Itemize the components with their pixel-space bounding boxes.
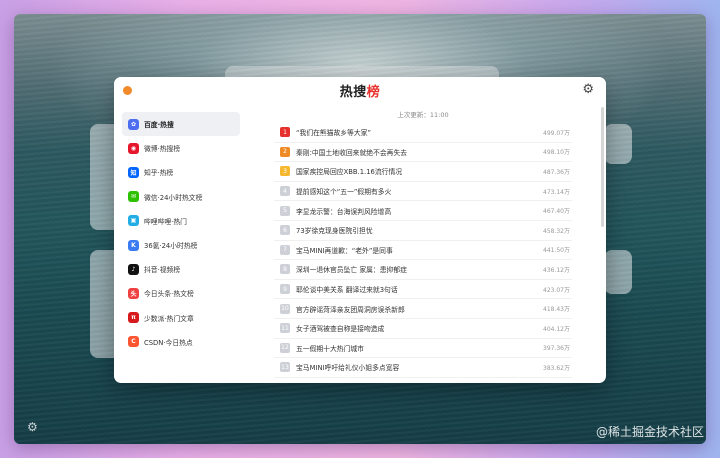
list-item[interactable]: 8 深圳一退休官员坠亡 家属：患抑郁症 436.12万 <box>274 260 572 280</box>
sidebar-item-label: 少数派·热门文章 <box>144 314 194 323</box>
list-item-title[interactable]: 五一假期十大热门城市 <box>296 343 530 353</box>
scrollbar[interactable] <box>601 107 604 227</box>
gear-icon[interactable]: ⚙ <box>582 82 594 98</box>
sidebar-item-kr36[interactable]: K 36氪·24小时热榜 <box>122 233 240 257</box>
list-item-hot-value: 418.43万 <box>543 306 570 314</box>
douyin-icon: ♪ <box>128 263 139 275</box>
sidebar-item-label: 知乎·热榜 <box>144 169 174 178</box>
weibo-icon: ◉ <box>128 142 139 154</box>
sidebar-item-bilibili[interactable]: ▣ 哔哩哔哩·热门 <box>122 209 240 233</box>
bilibili-icon: ▣ <box>128 215 139 227</box>
list-item[interactable]: 11 女子酒驾被查自称是接吻造成 404.12万 <box>274 319 572 339</box>
list-item-title[interactable]: 宝马MINI呼吁给礼仪小姐多点宽容 <box>296 362 530 372</box>
rank-badge: 9 <box>280 284 290 295</box>
sidebar-item-csdn[interactable]: C CSDN·今日热点 <box>122 330 240 354</box>
rank-badge: 3 <box>280 166 290 177</box>
sidebar-item-wechat[interactable]: ✉ 微信·24小时热文榜 <box>122 185 240 209</box>
list-item[interactable]: 9 耶伦谈中美关系 翻译过来就3句话 423.07万 <box>274 280 572 300</box>
sidebar-item-label: 微博·热搜榜 <box>144 145 181 154</box>
sidebar-item-label: 36氪·24小时热榜 <box>144 242 198 251</box>
rank-badge: 8 <box>280 264 290 275</box>
baidu-icon: ✿ <box>128 118 139 130</box>
rank-badge: 13 <box>280 362 290 373</box>
sidebar-item-zhihu[interactable]: 知知乎·热榜 <box>122 160 240 184</box>
zhihu-icon: 知 <box>128 166 139 178</box>
list-item[interactable]: 2 秦刚:中国土地收回来就绝不会再失去 498.10万 <box>274 143 572 163</box>
rank-badge: 7 <box>280 244 290 255</box>
list-item-hot-value: 436.12万 <box>543 266 570 274</box>
sidebar-item-label: 抖音·视频榜 <box>144 266 181 275</box>
list-item-title[interactable]: 提前感知这个“五一”假期有多火 <box>296 186 530 196</box>
rank-badge: 6 <box>280 225 290 236</box>
list-item[interactable]: 13 宝马MINI呼吁给礼仪小姐多点宽容 383.62万 <box>274 358 572 378</box>
window-header: 热搜榜 ⚙ <box>114 77 606 105</box>
list-item[interactable]: 1 “我们在熊猫故乡等大家” 499.07万 <box>274 123 572 143</box>
sidebar-item-baidu[interactable]: ✿ 百度·热搜 <box>122 112 240 137</box>
background-window-right-bottom <box>604 250 632 294</box>
list-item[interactable]: 6 73岁徐克现身医院引担忧 458.32万 <box>274 221 572 241</box>
sidebar-item-label: CSDN·今日热点 <box>144 338 193 347</box>
app-title: 热搜榜 <box>114 81 606 100</box>
list-item[interactable]: 7 宝马MINI再道歉：“老外”是同事 441.50万 <box>274 241 572 261</box>
list-item[interactable]: 5 李显龙示警：台海误判风险增高 467.40万 <box>274 201 572 221</box>
list-item-hot-value: 498.10万 <box>543 149 570 157</box>
list-item-title[interactable]: 73岁徐克现身医院引担忧 <box>296 225 530 235</box>
sidebar-item-toutiao[interactable]: 头今日头条·热文榜 <box>122 281 240 305</box>
sidebar-item-douyin[interactable]: ♪ 抖音·视频榜 <box>122 257 240 281</box>
background-window-right-top <box>604 124 632 164</box>
hot-list: 1 “我们在熊猫故乡等大家” 499.07万 2 秦刚:中国土地收回来就绝不会再失去 49… <box>274 123 572 378</box>
rank-badge: 2 <box>280 146 290 157</box>
rank-badge: 10 <box>280 303 290 314</box>
rank-badge: 11 <box>280 323 290 334</box>
sidebar-item-label: 百度·热搜 <box>144 121 174 130</box>
watermark: @稀土掘金技术社区 <box>595 425 704 439</box>
list-item-title[interactable]: 秦刚:中国土地收回来就绝不会再失去 <box>296 147 530 157</box>
csdn-icon: C <box>128 336 139 348</box>
sidebar-item-sspai[interactable]: π 少数派·热门文章 <box>122 306 240 330</box>
toutiao-icon: 头 <box>128 287 139 299</box>
kr36-icon: K <box>128 239 139 251</box>
sidebar-item-label: 今日头条·热文榜 <box>144 290 194 299</box>
source-sidebar: ✿ 百度·热搜 ◉ 微博·热搜榜知知乎·热榜 ✉ 微信·24小时热文榜 ▣ 哔哩哔哩·热门 K 3… <box>122 112 240 354</box>
rank-badge: 4 <box>280 186 290 197</box>
list-item-hot-value: 487.36万 <box>543 168 570 176</box>
sidebar-item-weibo[interactable]: ◉ 微博·热搜榜 <box>122 136 240 160</box>
list-item-title[interactable]: 女子酒驾被查自称是接吻造成 <box>296 323 530 333</box>
list-item-title[interactable]: 宝马MINI再道歉：“老外”是同事 <box>296 245 530 255</box>
rank-badge: 12 <box>280 342 290 353</box>
list-item[interactable]: 3 国家疾控局回应XBB.1.16流行情况 487.36万 <box>274 162 572 182</box>
list-item-hot-value: 404.12万 <box>543 325 570 333</box>
list-item-title[interactable]: 官方辟谣菏泽亲友团周洞房误杀新郎 <box>296 304 530 314</box>
list-item-title[interactable]: 国家疾控局回应XBB.1.16流行情况 <box>296 166 530 176</box>
gear-icon[interactable]: ⚙ <box>27 421 39 433</box>
sidebar-item-label: 哔哩哔哩·热门 <box>144 217 187 226</box>
list-item-title[interactable]: 李显龙示警：台海误判风险增高 <box>296 206 530 216</box>
list-item-hot-value: 397.36万 <box>543 345 570 353</box>
rank-badge: 5 <box>280 205 290 216</box>
list-item-hot-value: 441.50万 <box>543 247 570 255</box>
list-item[interactable]: 12 五一假期十大热门城市 397.36万 <box>274 339 572 359</box>
list-item-hot-value: 458.32万 <box>543 227 570 235</box>
list-item-hot-value: 423.07万 <box>543 286 570 294</box>
list-item-hot-value: 467.40万 <box>543 208 570 216</box>
list-item[interactable]: 4 提前感知这个“五一”假期有多火 473.14万 <box>274 182 572 202</box>
list-item-hot-value: 499.07万 <box>543 129 570 137</box>
app-title-main: 热搜 <box>339 85 367 100</box>
list-item-title[interactable]: 深圳一退休官员坠亡 家属：患抑郁症 <box>296 264 530 274</box>
rank-badge: 1 <box>280 127 290 138</box>
sidebar-item-label: 微信·24小时热文榜 <box>144 193 203 202</box>
last-updated-label: 上次更新：11:00 <box>397 111 449 119</box>
list-item-title[interactable]: “我们在熊猫故乡等大家” <box>296 127 530 137</box>
app-title-accent: 榜 <box>366 85 381 100</box>
list-item-title[interactable]: 耶伦谈中美关系 翻译过来就3句话 <box>296 284 530 294</box>
list-item-hot-value: 473.14万 <box>543 188 570 196</box>
wechat-icon: ✉ <box>128 191 139 203</box>
list-item-hot-value: 383.62万 <box>543 364 570 372</box>
hot-search-window: 热搜榜 ⚙ ✿ 百度·热搜 ◉ 微博·热搜榜知知乎·热榜 ✉ 微信·24小时热文榜 ▣ 哔哩哔… <box>114 77 606 383</box>
list-item[interactable]: 10 官方辟谣菏泽亲友团周洞房误杀新郎 418.43万 <box>274 299 572 319</box>
sspai-icon: π <box>128 312 139 324</box>
